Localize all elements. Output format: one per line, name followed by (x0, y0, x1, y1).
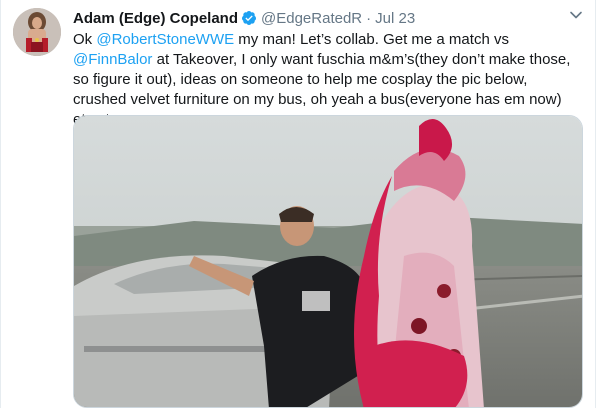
mention-link[interactable]: @RobertStoneWWE (96, 31, 234, 48)
verified-badge-icon (241, 10, 257, 26)
avatar-image (13, 8, 61, 56)
separator-dot: · (366, 9, 372, 27)
tweet-date[interactable]: Jul 23 (375, 10, 415, 27)
tweet-header: Adam (Edge) Copeland @EdgeRatedR · Jul 2… (73, 7, 583, 29)
display-name[interactable]: Adam (Edge) Copeland (73, 10, 238, 27)
avatar[interactable] (13, 8, 61, 56)
chevron-down-icon[interactable] (569, 8, 583, 22)
media-photo (74, 116, 582, 407)
user-handle[interactable]: @EdgeRatedR (261, 10, 362, 27)
tweet-media-image[interactable] (73, 115, 583, 408)
tweet-text-segment: Ok (73, 31, 97, 48)
mention-link[interactable]: @FinnBalor (73, 51, 152, 68)
tweet-text-segment: my man! Let’s collab. Get me a match vs (234, 31, 509, 48)
tweet-card[interactable]: Adam (Edge) Copeland @EdgeRatedR · Jul 2… (0, 0, 596, 408)
